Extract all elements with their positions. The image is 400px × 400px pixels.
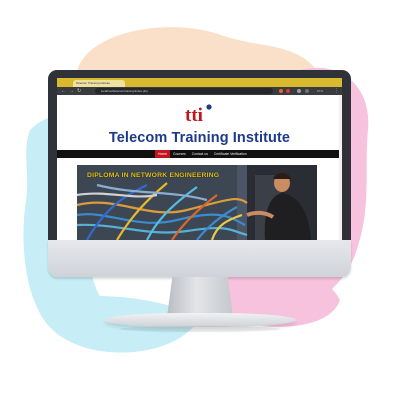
address-bar[interactable]: localhost/telecomtraining/index.php — [95, 88, 273, 94]
reload-icon[interactable]: ↻ — [77, 88, 81, 94]
zoom-level: 67% — [317, 89, 324, 93]
profile-icon[interactable] — [297, 89, 301, 93]
monitor-stand — [167, 277, 233, 317]
hero-title: DIPLOMA IN NETWORK ENGINEERING — [87, 172, 220, 179]
logo-dot-icon — [206, 104, 212, 110]
site-title: Telecom Training Institute — [108, 130, 291, 146]
forward-arrow-icon[interactable]: → — [69, 88, 74, 94]
main-navigation: Home Courses Contact us Certificate Verific… — [57, 150, 342, 158]
extension-icon-2[interactable] — [286, 89, 290, 93]
nav-item-courses[interactable]: Courses — [170, 150, 189, 158]
browser-titlebar: Telecom Training Institute — [57, 78, 342, 94]
back-arrow-icon[interactable]: ← — [61, 88, 66, 94]
tti-logo[interactable]: tti — [184, 103, 214, 125]
monitor-screen: Telecom Training Institute ← → ↻ localho… — [57, 78, 342, 240]
monitor-shadow — [120, 326, 280, 332]
browser-tab[interactable]: Telecom Training Institute — [73, 80, 125, 87]
logo-text: tti — [185, 105, 203, 125]
hero-banner: DIPLOMA IN NETWORK ENGINEERING — [77, 165, 317, 240]
nav-item-contact-us[interactable]: Contact us — [189, 150, 211, 158]
monitor-base — [104, 313, 296, 327]
nav-items: Home Courses Contact us Certificate Verific… — [155, 150, 250, 158]
mockup-stage: Telecom Training Institute ← → ↻ localho… — [0, 0, 400, 400]
monitor-chin — [48, 240, 351, 277]
menu-icon[interactable]: ⋮ — [334, 88, 339, 94]
scrollbar[interactable] — [339, 95, 342, 240]
web-page: tti Telecom Training Institute Home Cours… — [57, 95, 342, 240]
nav-item-certificate-verification[interactable]: Certificate Verification — [211, 150, 250, 158]
extension-icon[interactable] — [279, 89, 283, 93]
browser-toolbar: ← → ↻ localhost/telecomtraining/index.ph… — [57, 87, 342, 95]
nav-item-home[interactable]: Home — [155, 150, 171, 158]
bookmark-icon[interactable] — [305, 89, 309, 93]
